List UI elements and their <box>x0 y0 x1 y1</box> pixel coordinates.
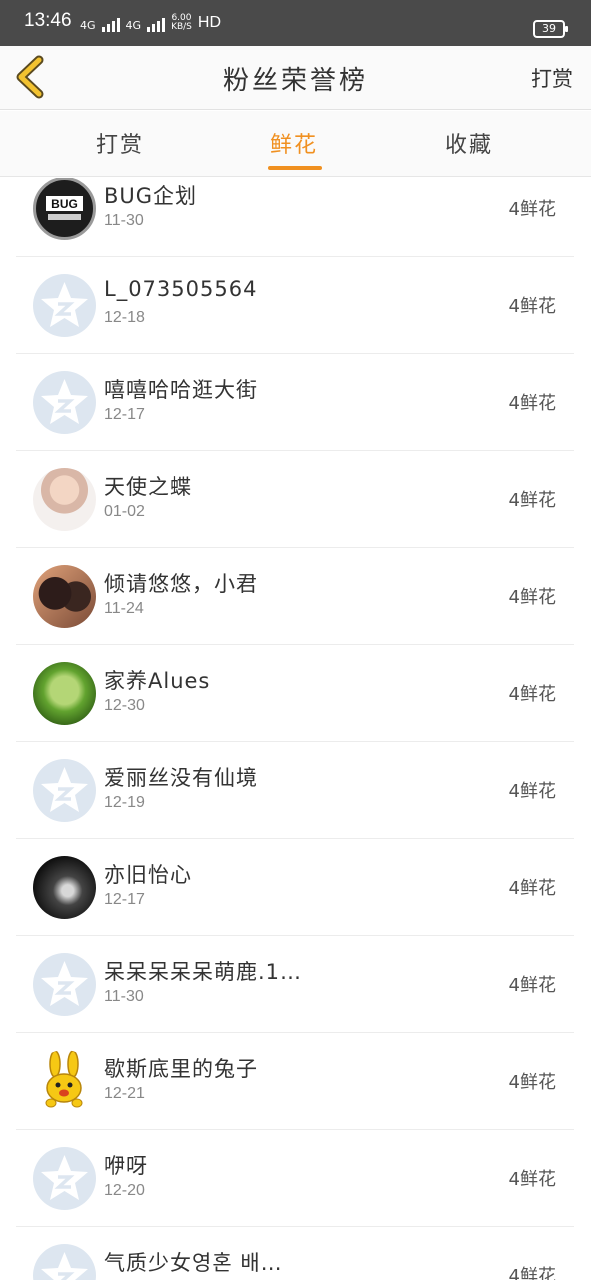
list-item[interactable]: 亦旧怡心 12-17 4鲜花 <box>16 839 574 936</box>
flower-count: 4鲜花 <box>508 878 556 899</box>
page-title: 粉丝荣誉榜 <box>222 66 368 96</box>
list-item[interactable]: 呆呆呆呆呆萌鹿.1… 11-30 4鲜花 <box>16 936 574 1033</box>
flower-count: 4鲜花 <box>508 1266 556 1280</box>
default-star-avatar <box>33 759 96 822</box>
battery-level: 39 <box>542 22 556 35</box>
fan-name: 咿呀 <box>104 1154 148 1178</box>
fan-date: 12-19 <box>104 794 145 811</box>
list-item[interactable]: 嘻嘻哈哈逛大街 12-17 4鲜花 <box>16 354 574 451</box>
photo-avatar <box>33 565 96 628</box>
list-item[interactable]: 气质少女영혼 배… 4鲜花 <box>16 1227 574 1280</box>
fan-date: 12-17 <box>104 406 145 423</box>
fan-date: 11-24 <box>104 600 144 617</box>
fan-date: 12-17 <box>104 891 145 908</box>
svg-text:BUG: BUG <box>51 197 78 211</box>
hd-indicator: HD <box>197 14 221 31</box>
fan-date: 01-02 <box>104 503 145 520</box>
rabbit-avatar <box>33 1050 96 1113</box>
flower-count: 4鲜花 <box>508 975 556 996</box>
speed-unit: KB/S <box>171 22 192 32</box>
flower-count: 4鲜花 <box>508 393 556 414</box>
fan-name: 爱丽丝没有仙境 <box>104 766 258 790</box>
photo-avatar <box>33 662 96 725</box>
fan-name: 嘻嘻哈哈逛大街 <box>104 378 258 402</box>
flower-count: 4鲜花 <box>508 1072 556 1093</box>
list-item[interactable]: 倾请悠悠，小君 11-24 4鲜花 <box>16 548 574 645</box>
fan-date: 12-20 <box>104 1182 145 1199</box>
network-speed: 6.00 KB/S <box>171 14 192 32</box>
bug-logo-avatar: BUG <box>33 178 96 240</box>
default-star-avatar <box>33 274 96 337</box>
list-item[interactable]: 爱丽丝没有仙境 12-19 4鲜花 <box>16 742 574 839</box>
list-item[interactable]: 天使之蝶 01-02 4鲜花 <box>16 451 574 548</box>
network-type-2: 4G <box>125 19 142 32</box>
fan-date: 12-30 <box>104 697 145 714</box>
fan-name: 天使之蝶 <box>104 475 192 499</box>
tab-reward[interactable]: 打赏 <box>96 127 144 159</box>
fan-name: L_073505564 <box>104 277 258 301</box>
flower-count: 4鲜花 <box>508 296 556 317</box>
list-item[interactable]: 咿呀 12-20 4鲜花 <box>16 1130 574 1227</box>
fan-name: 亦旧怡心 <box>104 863 192 887</box>
fan-date: 11-30 <box>104 212 144 229</box>
fan-name: 倾请悠悠，小君 <box>104 572 258 596</box>
default-star-avatar <box>33 953 96 1016</box>
list-item[interactable]: BUG BUG企划 11-30 4鲜花 <box>16 178 574 257</box>
default-star-avatar <box>33 1244 96 1280</box>
tab-bar: 打赏 鲜花 收藏 <box>0 111 591 177</box>
status-time: 13:46 <box>24 10 72 31</box>
fan-date: 12-21 <box>104 1085 145 1102</box>
tab-favorites[interactable]: 收藏 <box>445 127 493 159</box>
signal-bars-icon <box>147 16 166 32</box>
list-item[interactable]: L_073505564 12-18 4鲜花 <box>16 257 574 354</box>
fan-name: 歇斯底里的兔子 <box>104 1057 258 1081</box>
app-header: 粉丝荣誉榜 打赏 <box>0 46 591 110</box>
list-item[interactable]: 歇斯底里的兔子 12-21 4鲜花 <box>16 1033 574 1130</box>
status-bar: 13:46 4G 4G 6.00 KB/S HD 39 <box>0 0 591 46</box>
flower-count: 4鲜花 <box>508 781 556 802</box>
reward-button[interactable]: 打赏 <box>531 63 573 93</box>
photo-avatar <box>33 856 96 919</box>
fan-name: 气质少女영혼 배… <box>104 1251 283 1275</box>
flower-count: 4鲜花 <box>508 1169 556 1190</box>
flower-count: 4鲜花 <box>508 199 556 220</box>
flower-count: 4鲜花 <box>508 490 556 511</box>
fan-name: 呆呆呆呆呆萌鹿.1… <box>104 960 303 984</box>
fan-date: 11-30 <box>104 988 144 1005</box>
tab-flowers[interactable]: 鲜花 <box>270 127 318 159</box>
fan-list[interactable]: BUG BUG企划 11-30 4鲜花 L_073505564 12-18 4鲜… <box>0 178 591 1280</box>
photo-avatar <box>33 468 96 531</box>
list-item[interactable]: 家养Alues 12-30 4鲜花 <box>16 645 574 742</box>
network-type-1: 4G <box>80 19 96 32</box>
fan-date: 12-18 <box>104 309 145 326</box>
fan-name: BUG企划 <box>104 184 198 208</box>
default-star-avatar <box>33 1147 96 1210</box>
battery-icon: 39 <box>533 20 568 38</box>
flower-count: 4鲜花 <box>508 684 556 705</box>
signal-bars-icon <box>101 16 120 32</box>
flower-count: 4鲜花 <box>508 587 556 608</box>
default-star-avatar <box>33 371 96 434</box>
fan-name: 家养Alues <box>104 669 211 693</box>
active-tab-indicator <box>268 166 322 170</box>
network-indicators: 4G 4G 6.00 KB/S HD <box>80 14 221 32</box>
